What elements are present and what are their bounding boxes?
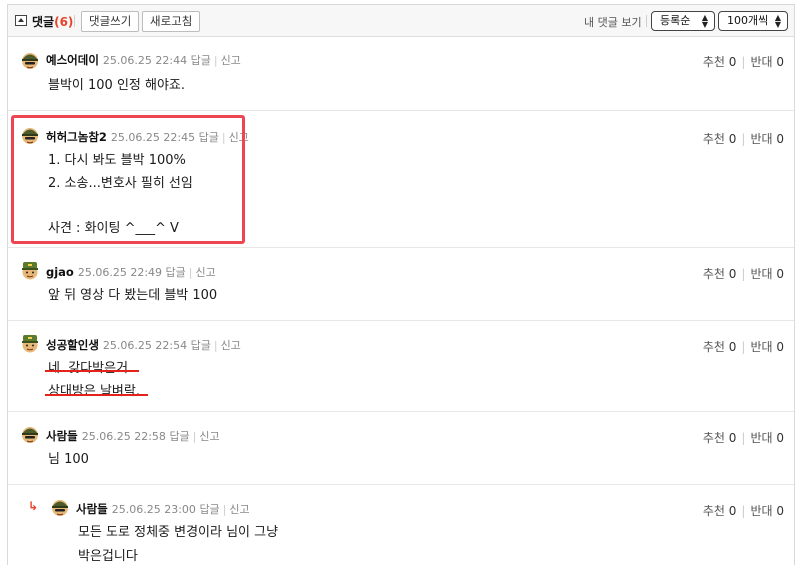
- comment-title: 댓글(6): [32, 13, 73, 30]
- recommend-button[interactable]: 추천: [703, 132, 725, 146]
- timestamp: 25.06.25 22:54: [102, 339, 188, 352]
- sort-select[interactable]: 등록순 ▲ ▼: [651, 11, 715, 31]
- comment-item: gjao 25.06.25 22:49 답글 | 신고 추천 0 | 반대 0 앞 뒤 영…: [8, 248, 794, 321]
- comment-meta: gjao 25.06.25 22:49 답글 | 신고: [46, 265, 216, 279]
- comment-item: 예스어데이 25.06.25 22:44 답글 | 신고 추천 0 | 반대 0 블박이 …: [8, 38, 794, 111]
- oppose-count: 0: [776, 340, 784, 354]
- divider: [646, 15, 647, 27]
- vote-area: 추천 0 | 반대 0: [702, 55, 784, 69]
- report-link[interactable]: 신고: [221, 54, 241, 67]
- reply-comment-item: ↳ 사람들 25.06.25 23:00 답글 | 신고 추천 0 | 반대 0 모든 도…: [8, 485, 794, 565]
- helmet-avatar-icon: [22, 53, 38, 69]
- oppose-count: 0: [776, 55, 784, 69]
- reply-link[interactable]: 답글: [166, 266, 186, 279]
- nickname[interactable]: gjao: [46, 265, 74, 279]
- reply-link[interactable]: 답글: [199, 131, 219, 144]
- comment-text: 님 100: [48, 452, 89, 467]
- recommend-button[interactable]: 추천: [703, 504, 725, 518]
- comment-text: 1. 다시 봐도 블박 100% 2. 소송...변호사 필히 선임 사견 : …: [48, 153, 193, 236]
- red-underline: [45, 370, 139, 372]
- report-link[interactable]: 신고: [229, 503, 249, 516]
- helmet-avatar-icon: [22, 427, 38, 443]
- recommend-count: 0: [728, 132, 737, 146]
- recommend-button[interactable]: 추천: [703, 340, 725, 354]
- reply-arrow-icon: ↳: [28, 499, 39, 513]
- comment-count: (6): [54, 15, 74, 29]
- collapse-toggle-icon[interactable]: [15, 15, 27, 26]
- comment-text: 블박이 100 인정 해야죠.: [48, 78, 186, 93]
- vote-area: 추천 0 | 반대 0: [702, 504, 784, 518]
- oppose-button[interactable]: 반대: [750, 267, 772, 281]
- select-arrows-icon: ▲ ▼: [774, 13, 781, 29]
- timestamp: 25.06.25 23:00: [111, 503, 196, 516]
- comment-item: 성공할인생 25.06.25 22:54 답글 | 신고 추천 0 | 반대 0 네 .갖…: [8, 321, 794, 412]
- comment-section: 댓글(6) 댓글쓰기 새로고침 내 댓글 보기 등록순 ▲ ▼ 100개씩 ▲ ▼ 예스…: [7, 4, 795, 565]
- comment-text: 모든 도로 정체중 변경이라 님이 그냥 박은겁니다: [78, 525, 279, 564]
- refresh-button[interactable]: 새로고침: [142, 11, 201, 32]
- reply-link[interactable]: 답글: [199, 503, 219, 516]
- vote-area: 추천 0 | 반대 0: [702, 431, 784, 445]
- comment-text: 앞 뒤 영상 다 봤는데 블박 100: [48, 288, 218, 303]
- oppose-button[interactable]: 반대: [750, 55, 772, 69]
- comment-toolbar: 댓글(6) 댓글쓰기 새로고침 내 댓글 보기 등록순 ▲ ▼ 100개씩 ▲ ▼: [8, 5, 794, 37]
- vote-area: 추천 0 | 반대 0: [702, 267, 784, 281]
- comment-item: 허허그놈참2 25.06.25 22:45 답글 | 신고 추천 0 | 반대 0 1. …: [8, 111, 794, 248]
- nickname[interactable]: 예스어데이: [46, 53, 99, 67]
- recommend-button[interactable]: 추천: [703, 267, 725, 281]
- red-underline: [45, 394, 148, 396]
- vote-area: 추천 0 | 반대 0: [702, 132, 784, 146]
- oppose-count: 0: [776, 431, 784, 445]
- reply-link[interactable]: 답글: [191, 339, 211, 352]
- recommend-count: 0: [728, 55, 737, 69]
- report-link[interactable]: 신고: [199, 430, 219, 443]
- report-link[interactable]: 신고: [221, 339, 241, 352]
- soldier-avatar-icon: [22, 262, 38, 280]
- recommend-button[interactable]: 추천: [703, 431, 725, 445]
- timestamp: 25.06.25 22:49: [77, 266, 163, 279]
- vote-area: 추천 0 | 반대 0: [702, 340, 784, 354]
- comment-text: 네 .갖다박은거. 상대방은 날벼락.: [48, 361, 140, 399]
- write-comment-button[interactable]: 댓글쓰기: [81, 11, 140, 32]
- oppose-button[interactable]: 반대: [750, 340, 772, 354]
- recommend-count: 0: [728, 267, 737, 281]
- recommend-count: 0: [728, 340, 737, 354]
- oppose-button[interactable]: 반대: [750, 132, 772, 146]
- reply-link[interactable]: 답글: [191, 54, 211, 67]
- timestamp: 25.06.25 22:44: [102, 54, 188, 67]
- recommend-button[interactable]: 추천: [703, 55, 725, 69]
- oppose-button[interactable]: 반대: [750, 431, 772, 445]
- helmet-avatar-icon: [52, 500, 68, 516]
- oppose-count: 0: [776, 504, 784, 518]
- sort-select-value: 등록순: [660, 14, 691, 27]
- recommend-count: 0: [728, 504, 737, 518]
- select-arrows-icon: ▲ ▼: [701, 13, 708, 29]
- report-link[interactable]: 신고: [196, 266, 216, 279]
- helmet-avatar-icon: [22, 128, 38, 144]
- report-link[interactable]: 신고: [229, 131, 249, 144]
- nickname[interactable]: 성공할인생: [46, 338, 99, 352]
- nickname[interactable]: 허허그놈참2: [46, 130, 107, 144]
- divider: [74, 15, 75, 27]
- timestamp: 25.06.25 22:58: [81, 430, 166, 443]
- nickname[interactable]: 사람들: [76, 502, 108, 516]
- comment-item: 사람들 25.06.25 22:58 답글 | 신고 추천 0 | 반대 0 님 100: [8, 412, 794, 485]
- timestamp: 25.06.25 22:45: [110, 131, 196, 144]
- oppose-count: 0: [776, 267, 784, 281]
- comment-meta: 사람들 25.06.25 23:00 답글 | 신고: [76, 502, 250, 516]
- reply-link[interactable]: 답글: [169, 430, 189, 443]
- oppose-button[interactable]: 반대: [750, 504, 772, 518]
- my-comments-link[interactable]: 내 댓글 보기: [584, 14, 642, 30]
- per-page-select[interactable]: 100개씩 ▲ ▼: [718, 11, 788, 31]
- comment-meta: 허허그놈참2 25.06.25 22:45 답글 | 신고: [46, 130, 249, 144]
- soldier-avatar-icon: [22, 335, 38, 353]
- per-page-select-value: 100개씩: [727, 14, 769, 27]
- nickname[interactable]: 사람들: [46, 429, 78, 443]
- oppose-count: 0: [776, 132, 784, 146]
- recommend-count: 0: [728, 431, 737, 445]
- comment-meta: 성공할인생 25.06.25 22:54 답글 | 신고: [46, 338, 241, 352]
- comment-meta: 예스어데이 25.06.25 22:44 답글 | 신고: [46, 53, 241, 67]
- comment-meta: 사람들 25.06.25 22:58 답글 | 신고: [46, 429, 220, 443]
- comment-title-label: 댓글: [32, 15, 55, 29]
